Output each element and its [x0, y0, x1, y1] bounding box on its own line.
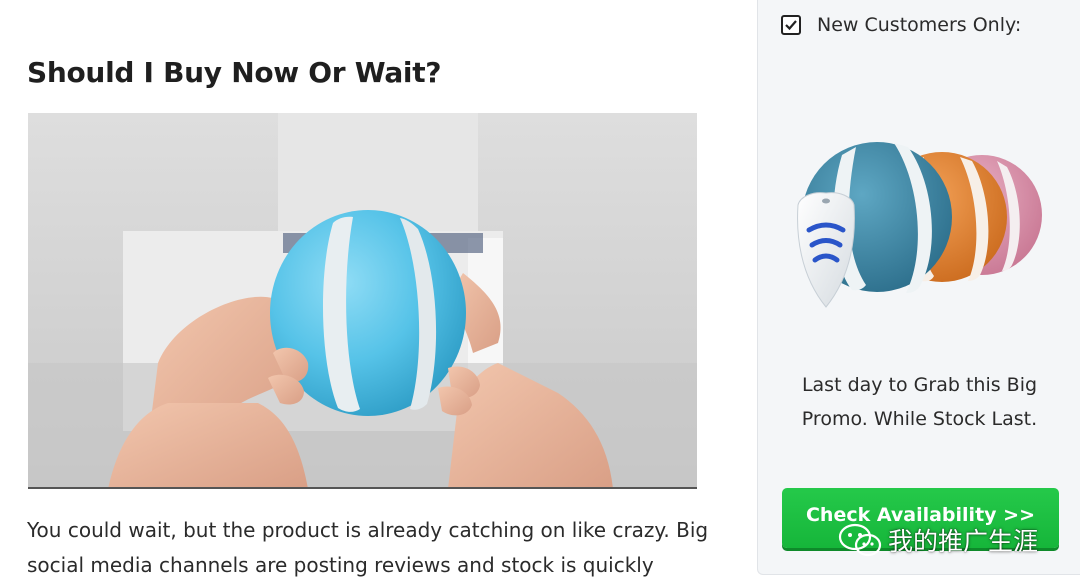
hands-holding-ball-photo	[28, 113, 697, 487]
hero-image	[28, 113, 697, 489]
promo-message: Last day to Grab this Big Promo. While S…	[778, 368, 1061, 436]
product-balls-remote-illustration	[797, 142, 1042, 308]
product-image	[792, 135, 1052, 315]
new-customers-label: New Customers Only:	[817, 14, 1022, 36]
article-body: You could wait, but the product is alrea…	[27, 513, 717, 583]
checkbox-checked-icon	[781, 15, 801, 35]
wechat-icon	[838, 523, 882, 557]
article-heading: Should I Buy Now Or Wait?	[27, 56, 442, 89]
wechat-watermark: 我的推广生涯	[838, 522, 1038, 558]
promo-line-2: Promo. While Stock Last.	[801, 408, 1038, 430]
body-line-1: You could wait, but the product is alrea…	[27, 518, 709, 542]
watermark-text: 我的推广生涯	[888, 527, 1039, 556]
promo-line-1: Last day to Grab this Big	[801, 374, 1038, 396]
new-customers-checkbox-row: New Customers Only:	[781, 14, 1021, 36]
promo-sidebar: New Customers Only: Last day to Grab thi…	[757, 0, 1080, 575]
body-line-2: social media channels are posting review…	[27, 553, 654, 577]
article-main: Should I Buy Now Or Wait? You could wait…	[0, 0, 740, 587]
